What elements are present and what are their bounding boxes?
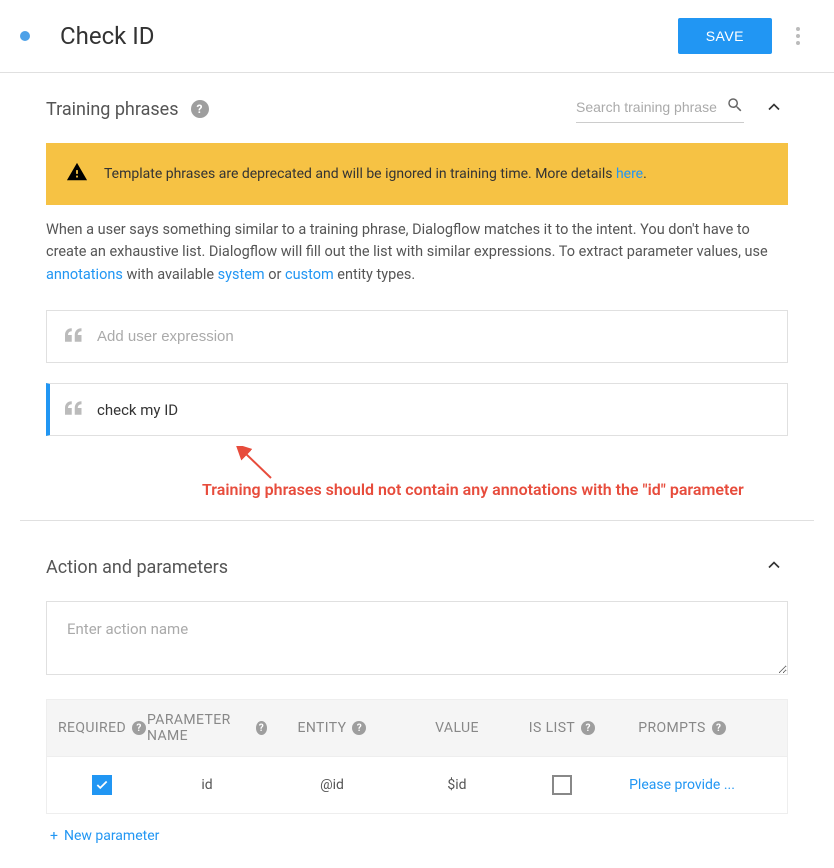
kebab-menu-icon[interactable] xyxy=(792,23,804,49)
search-icon[interactable] xyxy=(726,96,744,118)
warning-link[interactable]: here xyxy=(616,166,643,182)
page-title: Check ID xyxy=(60,22,678,50)
help-icon[interactable]: ? xyxy=(581,721,595,735)
quote-icon xyxy=(65,327,83,346)
warning-icon xyxy=(66,161,88,187)
arrow-annotation-icon xyxy=(236,446,276,482)
collapse-icon[interactable] xyxy=(760,93,788,125)
collapse-icon[interactable] xyxy=(760,551,788,583)
action-parameters-title: Action and parameters xyxy=(46,557,228,578)
warning-period: . xyxy=(643,166,647,182)
phrase-text: check my ID xyxy=(97,401,178,419)
save-button[interactable]: SAVE xyxy=(678,18,772,54)
warning-banner: Template phrases are deprecated and will… xyxy=(46,143,788,205)
help-icon[interactable]: ? xyxy=(256,721,267,735)
intent-status-dot xyxy=(20,31,30,41)
param-value: $id xyxy=(397,777,517,793)
training-phrases-title: Training phrases xyxy=(46,99,179,120)
plus-icon: + xyxy=(50,828,58,844)
warning-text: Template phrases are deprecated and will… xyxy=(104,166,616,182)
system-link[interactable]: system xyxy=(218,266,265,283)
parameter-row[interactable]: id @id $id Please provide ... xyxy=(46,757,788,814)
training-description: When a user says something similar to a … xyxy=(46,219,788,286)
prompt-link[interactable]: Please provide ... xyxy=(629,776,735,794)
section-divider xyxy=(20,520,814,521)
add-phrase-box[interactable] xyxy=(46,310,788,363)
quote-icon xyxy=(65,400,83,419)
annotation-note: Training phrases should not contain any … xyxy=(202,480,744,499)
action-name-input[interactable] xyxy=(46,601,788,675)
param-name: id xyxy=(147,777,267,793)
param-table-header: REQUIRED? PARAMETER NAME? ENTITY? VALUE … xyxy=(46,699,788,757)
param-entity: @id xyxy=(267,777,397,793)
islist-checkbox[interactable] xyxy=(552,775,572,795)
help-icon[interactable]: ? xyxy=(191,100,209,118)
annotations-link[interactable]: annotations xyxy=(46,266,123,283)
training-phrase-row[interactable]: check my ID xyxy=(46,383,788,436)
help-icon[interactable]: ? xyxy=(352,721,366,735)
search-input[interactable] xyxy=(576,99,726,115)
custom-link[interactable]: custom xyxy=(285,266,334,283)
help-icon[interactable]: ? xyxy=(712,721,726,735)
new-parameter-button[interactable]: + New parameter xyxy=(46,814,788,858)
required-checkbox[interactable] xyxy=(92,775,112,795)
help-icon[interactable]: ? xyxy=(132,721,146,735)
add-phrase-input[interactable] xyxy=(97,328,769,345)
